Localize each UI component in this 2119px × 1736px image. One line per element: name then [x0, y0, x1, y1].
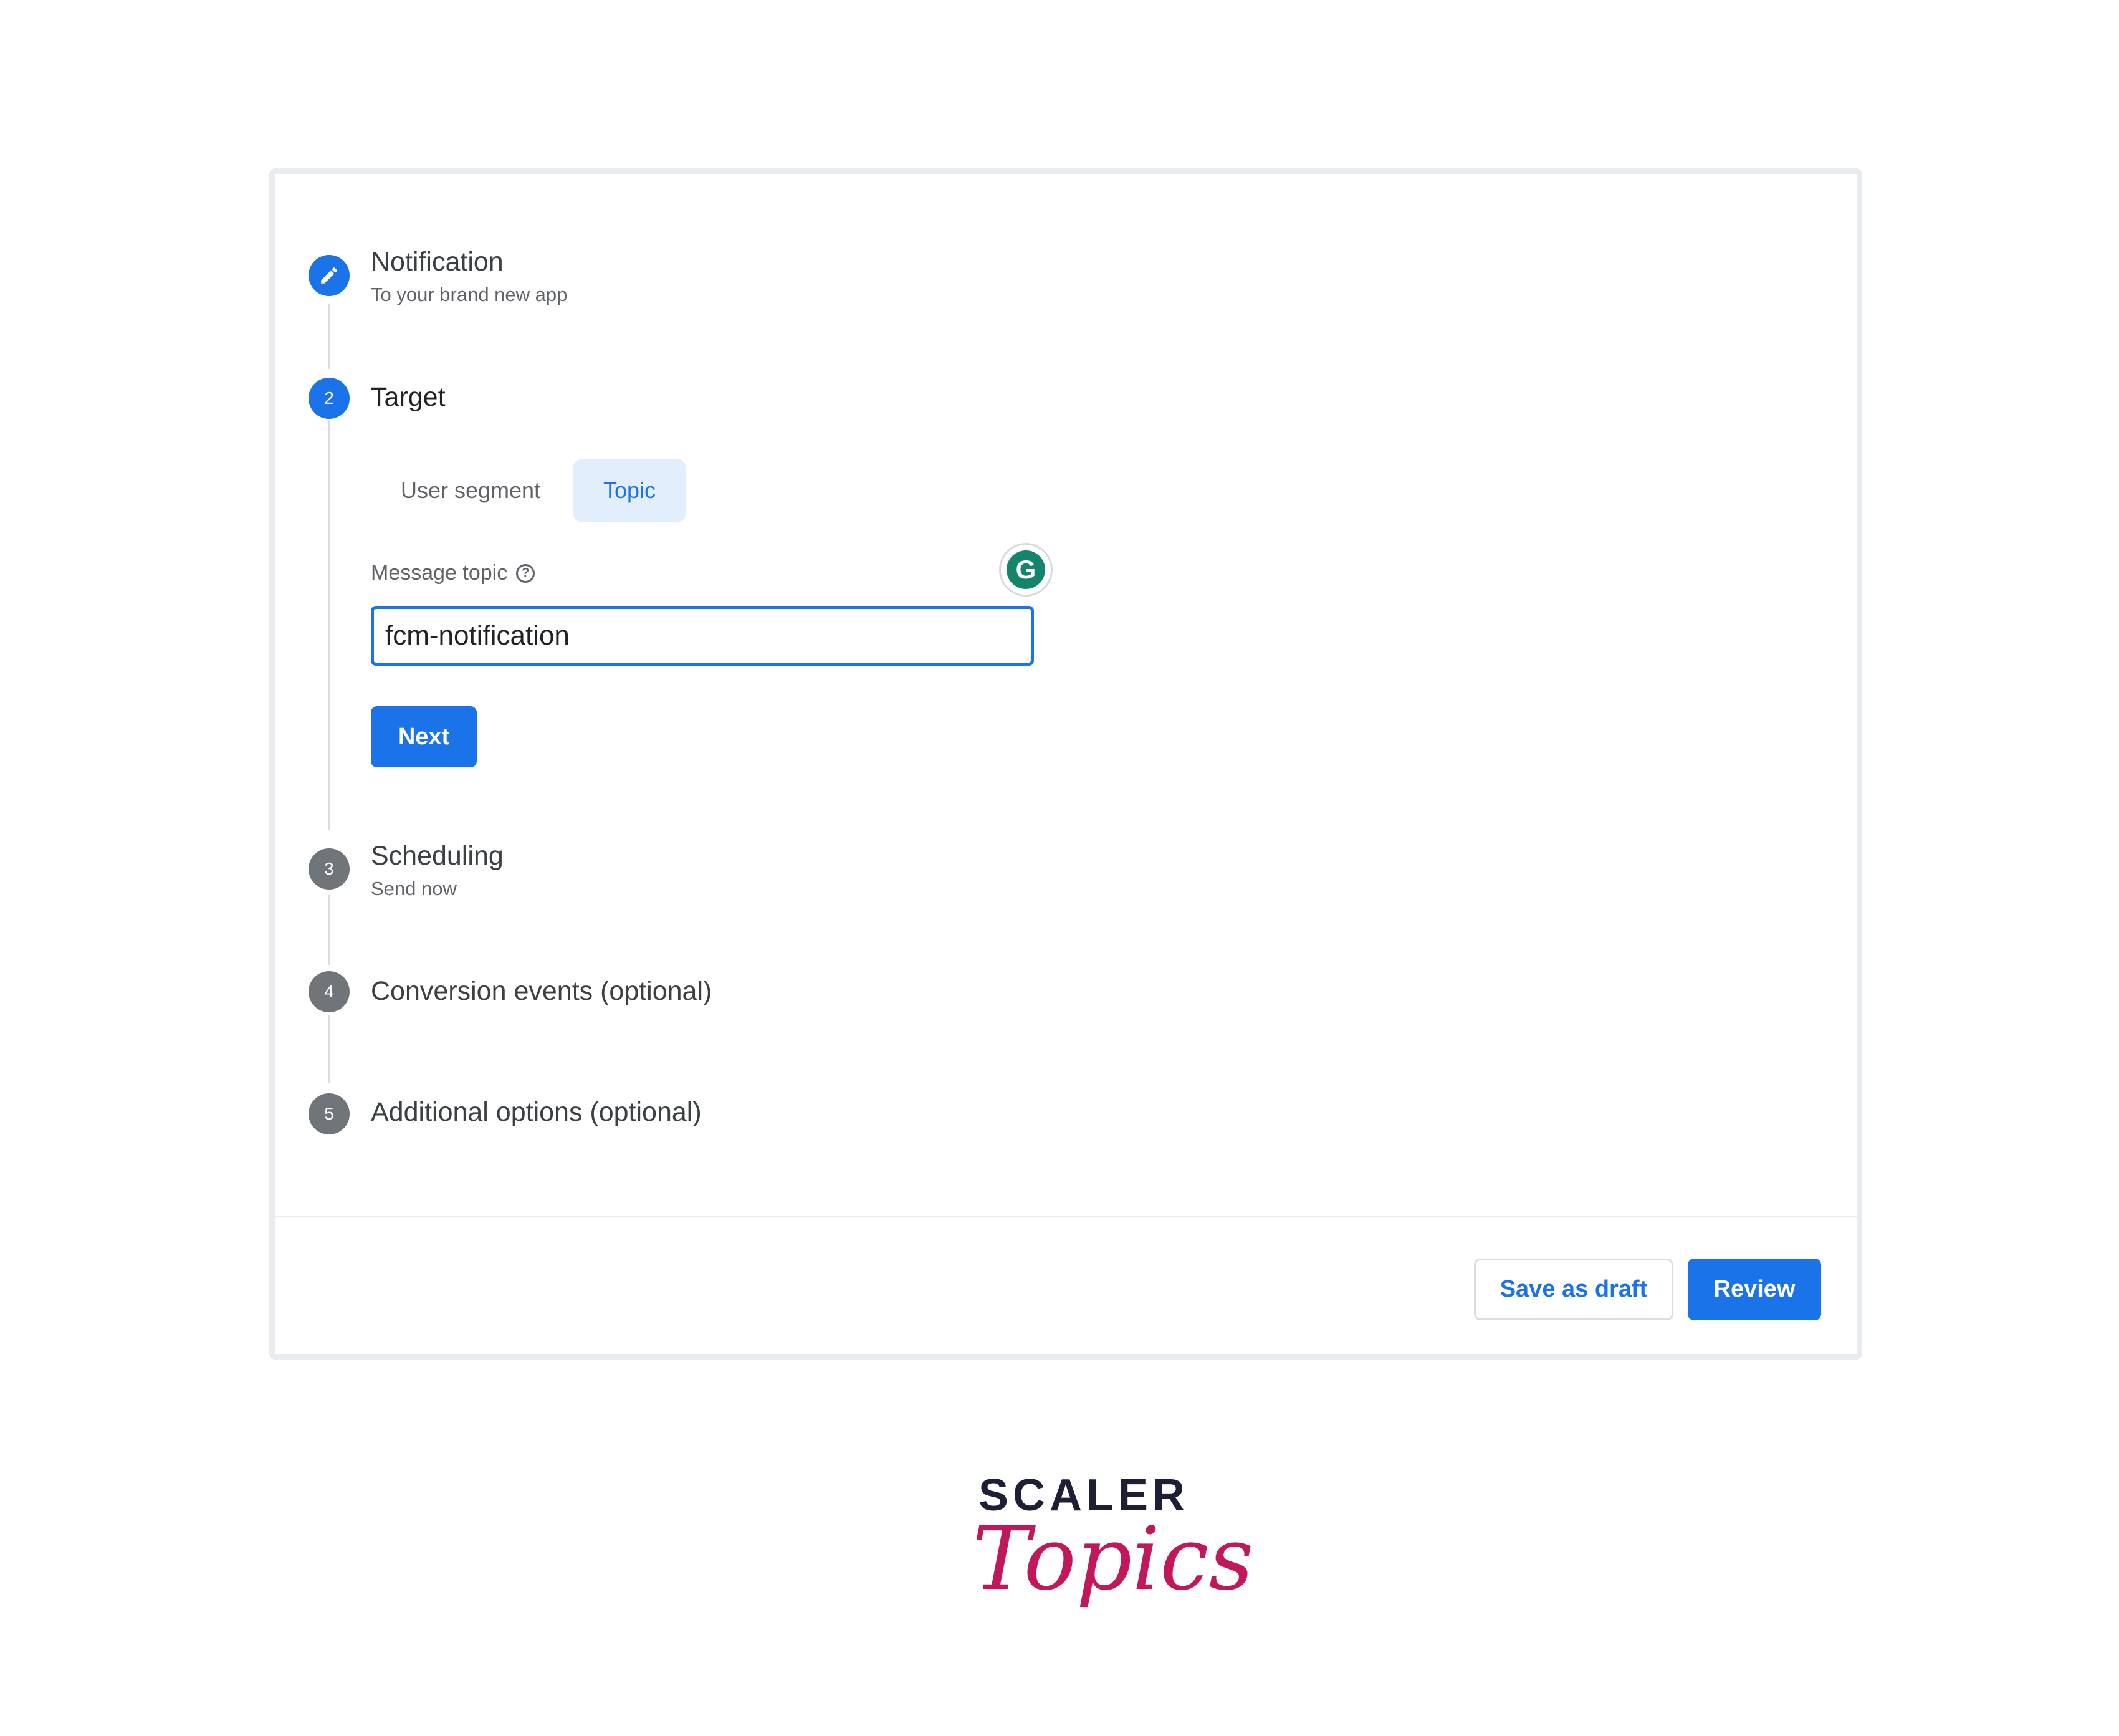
step-2-number: 2 — [309, 378, 350, 419]
step-5-number: 5 — [309, 1093, 350, 1134]
step-connector — [328, 1015, 330, 1083]
step-connector — [328, 304, 330, 369]
message-topic-label-row: Message topic ? — [371, 561, 535, 585]
grammarly-icon[interactable]: G — [1001, 545, 1051, 595]
campaign-card — [269, 168, 1862, 1360]
footer-divider — [275, 1216, 1857, 1217]
step-3-subtitle: Send now — [371, 878, 457, 899]
tab-user-segment[interactable]: User segment — [371, 459, 570, 522]
topics-logo-text: Topics — [972, 1508, 1254, 1610]
review-button[interactable]: Review — [1688, 1259, 1821, 1320]
message-topic-input[interactable] — [371, 606, 1034, 666]
step-2-title[interactable]: Target — [371, 382, 446, 413]
message-topic-label: Message topic — [371, 561, 508, 585]
step-5-title[interactable]: Additional options (optional) — [371, 1097, 702, 1128]
step-1-subtitle: To your brand new app — [371, 284, 568, 305]
step-3-number: 3 — [309, 848, 350, 890]
next-button[interactable]: Next — [371, 706, 477, 767]
step-4-title[interactable]: Conversion events (optional) — [371, 976, 712, 1007]
help-circle-icon[interactable]: ? — [516, 563, 535, 583]
step-1-title[interactable]: Notification — [371, 247, 504, 277]
step-connector — [328, 420, 330, 830]
grammarly-logo: G — [1007, 550, 1045, 589]
save-as-draft-button[interactable]: Save as draft — [1474, 1259, 1673, 1320]
step-3-title[interactable]: Scheduling — [371, 841, 504, 871]
step-1-edit-indicator[interactable] — [309, 255, 350, 296]
step-connector — [328, 895, 330, 965]
step-4-number: 4 — [309, 971, 350, 1012]
tab-topic[interactable]: Topic — [573, 459, 686, 522]
pencil-icon — [321, 267, 337, 284]
